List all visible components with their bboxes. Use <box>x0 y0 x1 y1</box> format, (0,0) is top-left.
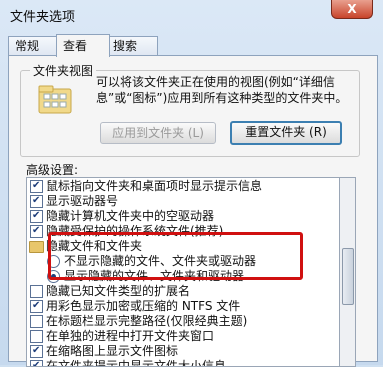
checkbox[interactable] <box>30 298 43 314</box>
checkbox[interactable] <box>30 343 43 359</box>
checkbox[interactable] <box>30 208 43 224</box>
reset-folders-button[interactable]: 重置文件夹 (R) <box>230 121 342 145</box>
scrollbar-thumb[interactable] <box>342 248 354 305</box>
apply-to-folders-button[interactable]: 应用到文件夹 (L) <box>100 122 216 144</box>
folder-view-icon <box>38 85 72 114</box>
checkbox[interactable] <box>30 315 43 328</box>
checkbox[interactable] <box>30 330 43 343</box>
vertical-scrollbar[interactable] <box>339 177 356 367</box>
highlight-annotation <box>48 232 303 280</box>
title-bar[interactable]: 文件夹选项 X <box>0 0 383 32</box>
advanced-settings-label: 高级设置: <box>26 163 79 177</box>
folder-views-label: 文件夹视图 <box>30 62 97 79</box>
window-title: 文件夹选项 <box>10 10 76 25</box>
close-button[interactable]: X <box>331 0 373 19</box>
folder-icon <box>29 241 44 253</box>
folder-views-description: 可以将该文件夹正在使用的视图(例如“详细信息”或“图标”)应用到所有这种类型的文… <box>96 75 348 105</box>
tab-view[interactable]: 查看 <box>56 34 110 57</box>
checkbox[interactable] <box>30 285 43 298</box>
tab-general[interactable]: 常规 <box>8 36 60 55</box>
folder-options-dialog: 文件夹选项 X 常规 查看 搜索 文件夹视图 可以将该文件夹正在使用的视图(例如… <box>0 0 383 367</box>
checkbox[interactable] <box>30 178 43 194</box>
checkbox[interactable] <box>30 223 43 239</box>
checkbox[interactable] <box>30 193 43 209</box>
tab-search[interactable]: 搜索 <box>106 36 158 55</box>
checkbox[interactable] <box>30 358 43 366</box>
